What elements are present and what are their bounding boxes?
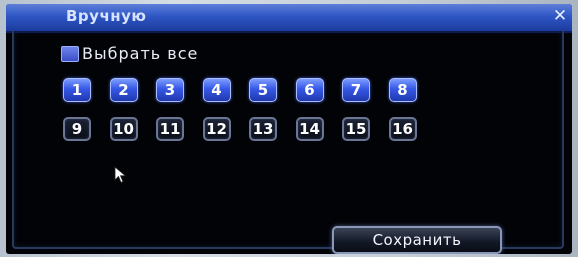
channel-button-4[interactable]: 4 (202, 78, 231, 102)
save-button[interactable]: Сохранить (332, 226, 502, 254)
channel-button-1[interactable]: 1 (63, 78, 91, 102)
channel-button-2[interactable]: 2 (109, 78, 138, 102)
checkbox-icon[interactable] (61, 45, 79, 62)
channel-button-12[interactable]: 12 (202, 117, 231, 141)
channel-button-9[interactable]: 9 (63, 117, 91, 141)
mouse-pointer-icon (114, 166, 127, 184)
dvr-screen: Вручную ✕ Выбрать все 1 2 3 4 5 6 7 8 9 10 11 12 13 1… (6, 4, 572, 254)
close-icon[interactable]: ✕ (550, 6, 570, 26)
dialog-title-bar[interactable]: Вручную ✕ (6, 4, 572, 33)
channel-button-10[interactable]: 10 (109, 117, 138, 141)
channel-button-16[interactable]: 16 (388, 117, 417, 141)
channel-button-5[interactable]: 5 (249, 78, 277, 102)
dialog-frame (12, 31, 564, 249)
select-all-label: Выбрать все (82, 44, 199, 63)
channel-button-6[interactable]: 6 (295, 78, 324, 102)
channel-button-15[interactable]: 15 (342, 117, 370, 141)
channel-button-3[interactable]: 3 (156, 78, 184, 102)
select-all-checkbox[interactable]: Выбрать все (61, 44, 198, 63)
channel-button-7[interactable]: 7 (342, 78, 370, 102)
channel-button-14[interactable]: 14 (295, 117, 324, 141)
channel-button-13[interactable]: 13 (249, 117, 277, 141)
channel-button-8[interactable]: 8 (388, 78, 417, 102)
dialog-title: Вручную (66, 7, 147, 25)
channel-button-11[interactable]: 11 (156, 117, 184, 141)
